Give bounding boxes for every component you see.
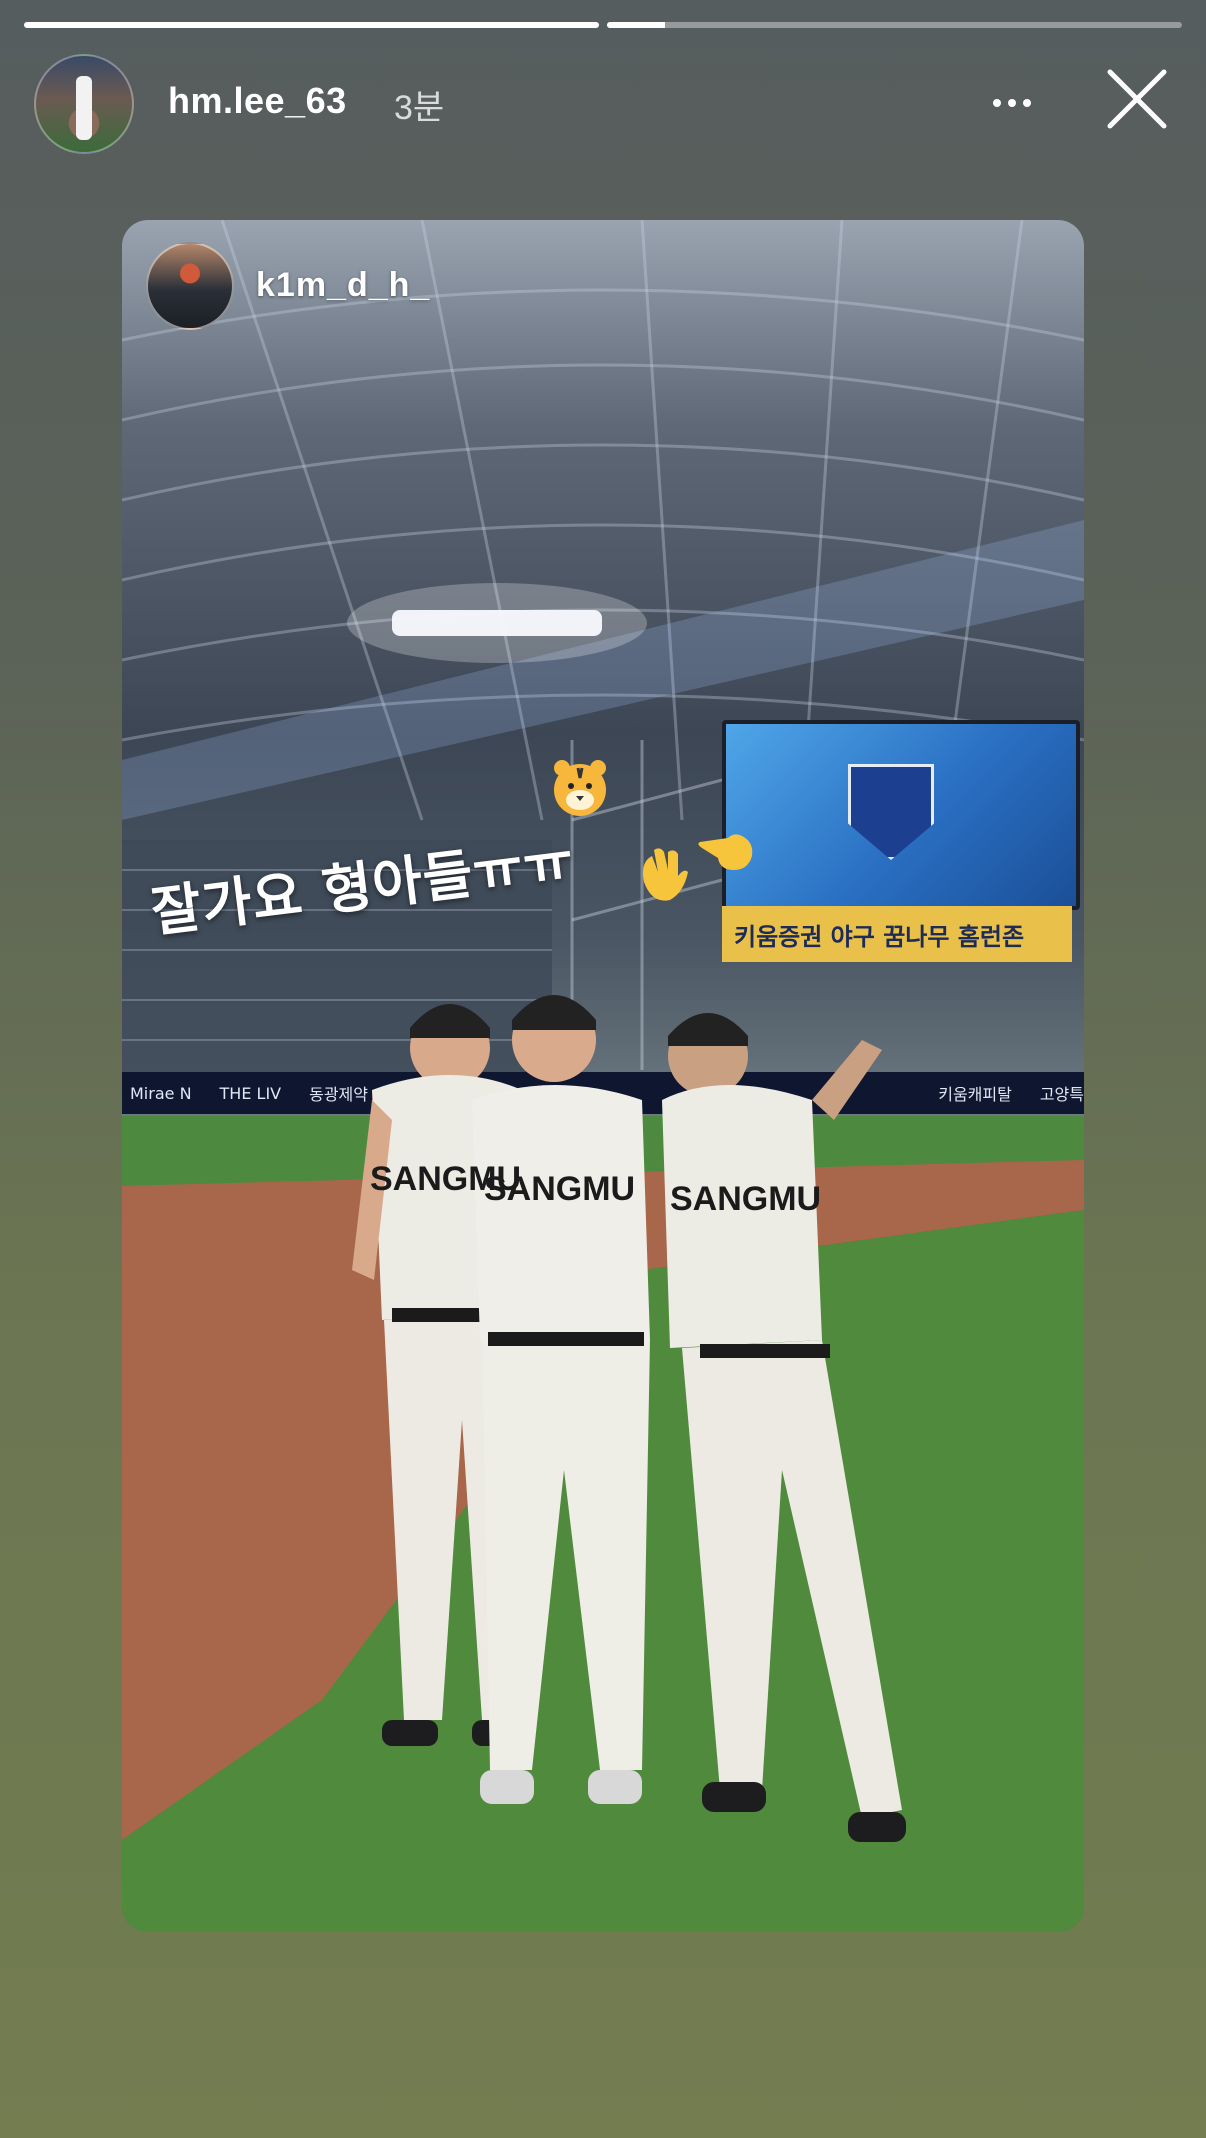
story-header: hm.lee_63 3분: [34, 54, 1172, 154]
story-progress: [24, 22, 1182, 28]
pointing-hand-icon: [698, 834, 753, 870]
progress-segment-1: [24, 22, 599, 28]
player-middle: [472, 995, 650, 1804]
author-avatar[interactable]: [34, 54, 134, 154]
more-icon[interactable]: [982, 78, 1042, 128]
jersey-text: SANGMU: [670, 1180, 821, 1218]
post-time: 3분: [394, 89, 445, 127]
tiger-emoji-icon: [554, 760, 606, 816]
jersey-text: SANGMU: [484, 1170, 635, 1208]
shared-post-card[interactable]: k1m_d_h_ 키움증권 야구 꿈나무 홈런존 Mirae N THE LIV…: [122, 220, 1084, 1932]
author-username[interactable]: hm.lee_63: [168, 80, 347, 122]
close-icon[interactable]: [1102, 64, 1172, 134]
player-right: [662, 1013, 906, 1842]
waving-hand-icon: [643, 848, 688, 901]
progress-segment-2: [607, 22, 1182, 28]
players-group: SANGMU SANGMU SANGMU: [352, 995, 906, 1842]
